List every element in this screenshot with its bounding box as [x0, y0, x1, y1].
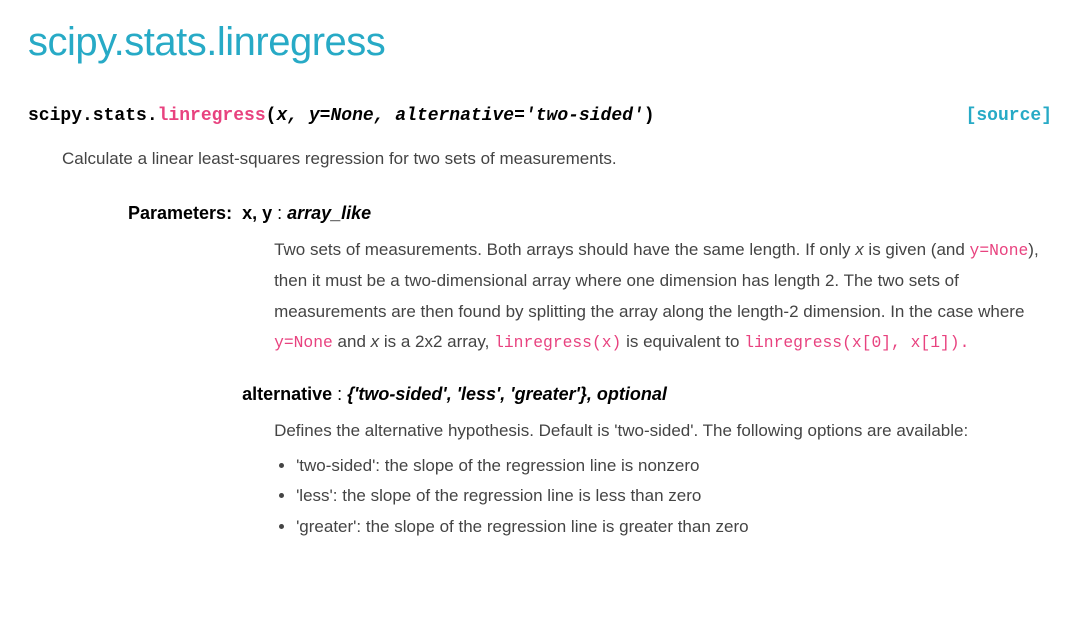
- function-summary: Calculate a linear least-squares regress…: [62, 144, 1052, 175]
- param-alternative-type: {'two-sided', 'less', 'greater'}, option…: [347, 384, 667, 404]
- sig-close-paren: ): [644, 106, 655, 126]
- parameters-label: Parameters:: [128, 197, 232, 229]
- param-xy-name: x, y: [242, 203, 272, 223]
- source-link[interactable]: [source]: [966, 100, 1052, 132]
- text: Two sets of measurements. Both arrays sh…: [274, 240, 855, 259]
- list-item: 'two-sided': the slope of the regression…: [296, 451, 1052, 482]
- sig-open-paren: (: [266, 106, 277, 126]
- function-signature: scipy.stats.linregress(x, y=None, altern…: [28, 100, 655, 132]
- parameters-block: Parameters: x, y : array_like Two sets o…: [128, 197, 1052, 563]
- param-xy-sep: :: [272, 203, 287, 223]
- code-literal: linregress(x[0], x[1]).: [744, 333, 969, 352]
- page-title: scipy.stats.linregress: [28, 6, 1052, 78]
- sig-function-name: linregress: [158, 106, 266, 126]
- param-xy-type: array_like: [287, 203, 371, 223]
- param-alternative-options: 'two-sided': the slope of the regression…: [274, 451, 1052, 543]
- parameters-body: x, y : array_like Two sets of measuremen…: [242, 197, 1052, 563]
- param-alternative-intro: Defines the alternative hypothesis. Defa…: [274, 416, 1052, 447]
- text: is a 2x2 array,: [379, 332, 494, 351]
- code-literal: linregress(x): [494, 333, 621, 352]
- param-alternative-name: alternative: [242, 384, 332, 404]
- param-alternative-sep: :: [332, 384, 347, 404]
- sig-module-prefix: scipy.stats.: [28, 106, 158, 126]
- italic-x: x: [371, 332, 380, 351]
- italic-x: x: [855, 240, 864, 259]
- list-item: 'greater': the slope of the regression l…: [296, 512, 1052, 543]
- param-alternative-desc: Defines the alternative hypothesis. Defa…: [274, 416, 1052, 542]
- text: is equivalent to: [621, 332, 744, 351]
- text: is given (and: [864, 240, 970, 259]
- param-alternative-head: alternative : {'two-sided', 'less', 'gre…: [242, 378, 1052, 410]
- param-xy-head: x, y : array_like: [242, 197, 1052, 229]
- code-literal: y=None: [970, 241, 1029, 260]
- param-xy-desc: Two sets of measurements. Both arrays sh…: [274, 235, 1052, 357]
- sig-arguments: x, y=None, alternative='two-sided': [276, 106, 643, 126]
- text: and: [333, 332, 371, 351]
- signature-row: scipy.stats.linregress(x, y=None, altern…: [28, 100, 1052, 132]
- list-item: 'less': the slope of the regression line…: [296, 481, 1052, 512]
- code-literal: y=None: [274, 333, 333, 352]
